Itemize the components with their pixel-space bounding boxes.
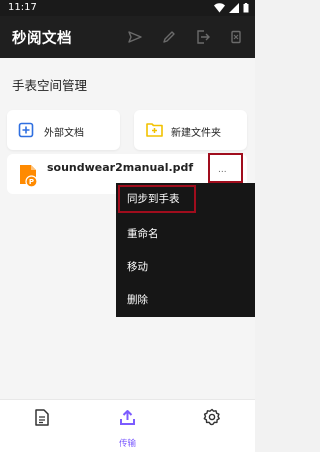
file-name: soundwear2manual.pdf	[47, 161, 194, 174]
pdf-file-icon: P	[20, 165, 38, 188]
more-options-button[interactable]: ...	[208, 153, 243, 183]
app-bar: 秒阅文档	[0, 16, 255, 58]
status-bar: 11:17	[0, 0, 255, 16]
menu-item-label: 删除	[127, 294, 148, 306]
new-folder-label: 新建文件夹	[171, 128, 221, 139]
more-dots-icon: ...	[218, 165, 227, 175]
section-title: 手表空间管理	[12, 78, 88, 93]
external-doc-label: 外部文档	[44, 128, 84, 139]
external-doc-button[interactable]: 外部文档	[7, 110, 120, 150]
menu-item-sync-to-watch[interactable]: 同步到手表	[116, 183, 255, 213]
nav-transfer-label: 传输	[118, 439, 136, 449]
bottom-nav: 传输	[0, 399, 255, 452]
menu-item-move[interactable]: 移动	[116, 251, 255, 281]
external-doc-icon	[18, 122, 34, 138]
signal-icon	[229, 3, 239, 13]
new-folder-icon	[146, 123, 163, 137]
new-folder-button[interactable]: 新建文件夹	[134, 110, 247, 150]
settings-icon	[203, 408, 220, 426]
menu-item-label: 同步到手表	[127, 193, 180, 205]
menu-item-rename[interactable]: 重命名	[116, 218, 255, 248]
menu-item-label: 移动	[127, 261, 148, 273]
menu-item-label: 重命名	[127, 228, 159, 240]
status-icons	[214, 2, 249, 14]
app-title: 秒阅文档	[12, 31, 72, 47]
delete-icon[interactable]	[228, 29, 244, 45]
nav-settings[interactable]	[170, 400, 255, 452]
nav-documents[interactable]	[0, 400, 85, 452]
export-icon[interactable]	[195, 29, 211, 45]
nav-transfer[interactable]: 传输	[85, 400, 170, 452]
menu-item-delete[interactable]: 删除	[116, 284, 255, 314]
status-time: 11:17	[8, 2, 37, 13]
svg-text:P: P	[29, 178, 34, 186]
upload-icon	[120, 410, 135, 425]
send-icon[interactable]	[127, 29, 143, 45]
wifi-icon	[214, 3, 225, 13]
battery-icon	[243, 3, 249, 13]
edit-icon[interactable]	[161, 29, 177, 45]
context-menu: 同步到手表 重命名 移动 删除	[116, 183, 255, 317]
document-icon	[35, 409, 49, 426]
